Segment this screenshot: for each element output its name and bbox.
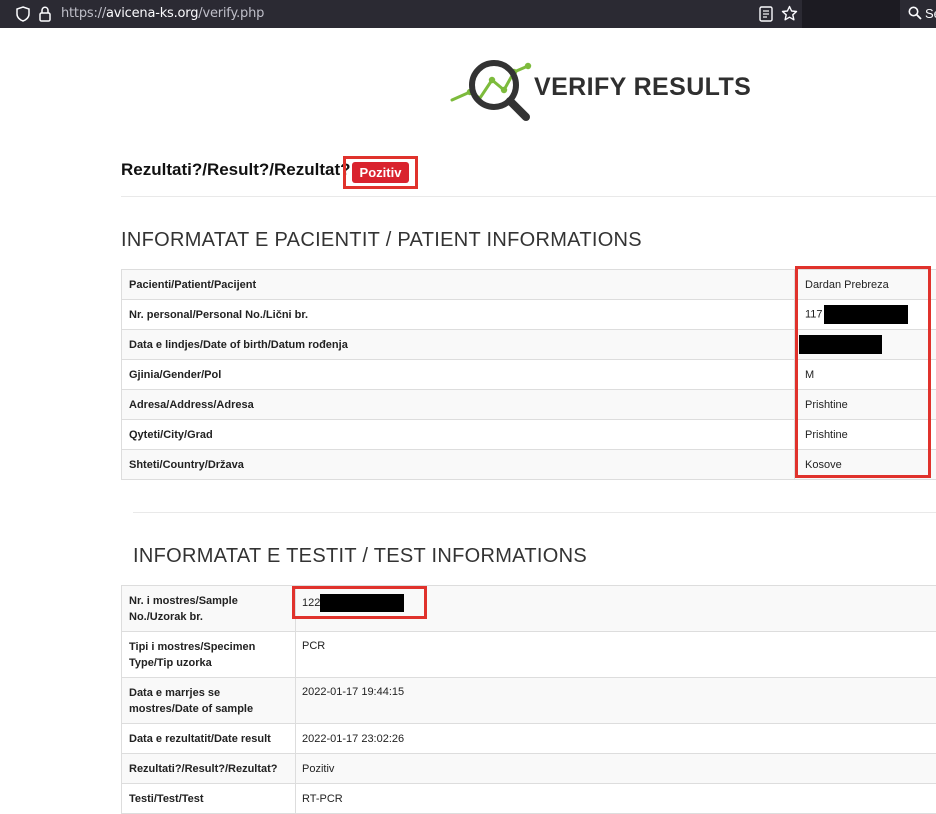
table-row: Nr. i mostres/Sample No./Uzorak br. 122	[121, 585, 936, 632]
search-field[interactable]: Se	[900, 0, 936, 28]
row-label: Data e rezultatit/Date result	[121, 723, 296, 754]
lock-icon[interactable]	[39, 6, 51, 22]
row-label: Nr. personal/Personal No./Lični br.	[121, 299, 795, 330]
shield-icon[interactable]	[16, 6, 30, 22]
row-value: Pozitiv	[295, 753, 936, 784]
row-label: Gjinia/Gender/Pol	[121, 359, 795, 390]
row-value: RT-PCR	[295, 783, 936, 814]
logo-text: VERIFY RESULTS	[534, 73, 752, 101]
test-info-table: Nr. i mostres/Sample No./Uzorak br. 122 T…	[121, 585, 936, 814]
row-label: Data e marrjes se mostres/Date of sample	[121, 677, 296, 724]
result-heading: Rezultati?/Result?/Rezultat?: Pozitiv	[121, 156, 418, 189]
patient-section-title: INFORMATAT E PACIENTIT / PATIENT INFORMA…	[121, 229, 642, 251]
highlight-box: Pozitiv	[343, 156, 418, 189]
reader-view-icon[interactable]	[759, 6, 773, 22]
row-label: Shteti/Country/Država	[121, 449, 795, 480]
search-icon	[908, 6, 922, 20]
row-value: PCR	[295, 631, 936, 678]
table-row: Data e rezultatit/Date result 2022-01-17…	[121, 723, 936, 754]
table-row: Testi/Test/Test RT-PCR	[121, 783, 936, 814]
table-row: Rezultati?/Result?/Rezultat? Pozitiv	[121, 753, 936, 784]
magnifier-chart-icon	[450, 60, 532, 121]
row-label: Tipi i mostres/Specimen Type/Tip uzorka	[121, 631, 296, 678]
table-row: Tipi i mostres/Specimen Type/Tip uzorka P…	[121, 631, 936, 678]
row-label: Adresa/Address/Adresa	[121, 389, 795, 420]
highlight-box	[795, 266, 931, 478]
divider	[121, 196, 936, 197]
highlight-box	[292, 586, 427, 619]
result-badge: Pozitiv	[352, 162, 409, 183]
row-value: 2022-01-17 19:44:15	[295, 677, 936, 724]
result-heading-label: Rezultati?/Result?/Rezultat?:	[121, 160, 357, 179]
row-label: Testi/Test/Test	[121, 783, 296, 814]
row-value: 2022-01-17 23:02:26	[295, 723, 936, 754]
address-bar[interactable]: https://avicena-ks.org/verify.php	[0, 0, 802, 28]
divider	[133, 512, 936, 513]
row-label: Data e lindjes/Date of birth/Datum rođen…	[121, 329, 795, 360]
row-label: Nr. i mostres/Sample No./Uzorak br.	[121, 585, 296, 632]
table-row: Data e marrjes se mostres/Date of sample …	[121, 677, 936, 724]
row-label: Pacienti/Patient/Pacijent	[121, 269, 795, 300]
url-text[interactable]: https://avicena-ks.org/verify.php	[61, 6, 264, 21]
row-label: Rezultati?/Result?/Rezultat?	[121, 753, 296, 784]
test-section-title: INFORMATAT E TESTIT / TEST INFORMATIONS	[133, 545, 587, 567]
browser-toolbar: https://avicena-ks.org/verify.php Se	[0, 0, 936, 28]
row-label: Qyteti/City/Grad	[121, 419, 795, 450]
verify-results-logo: VERIFY RESULTS	[450, 56, 752, 122]
search-field-text: Se	[925, 6, 936, 21]
bookmark-star-icon[interactable]	[781, 5, 798, 22]
